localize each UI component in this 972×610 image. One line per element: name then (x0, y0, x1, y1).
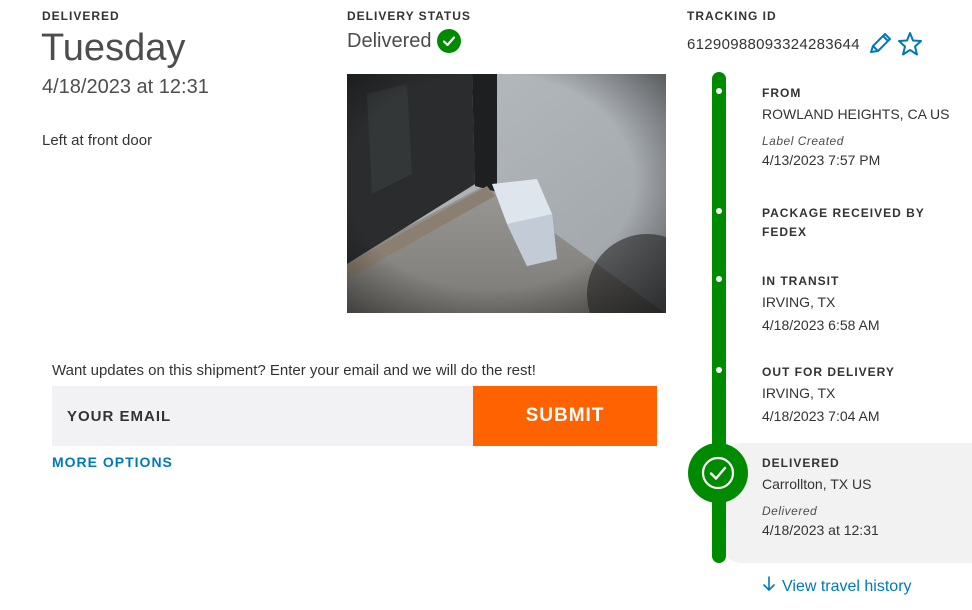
delivered-check-icon (688, 443, 748, 503)
step-title: FROM (762, 86, 802, 100)
step-time: 4/18/2023 at 12:31 (762, 522, 879, 538)
tracking-id-label: TRACKING ID (687, 9, 777, 23)
edit-pencil-icon[interactable] (866, 30, 894, 58)
delivery-note: Left at front door (42, 132, 153, 149)
step-location: IRVING, TX (762, 385, 836, 401)
step-title: PACKAGE RECEIVED BY FEDEX (762, 206, 925, 239)
step-title: IN TRANSIT (762, 274, 840, 288)
delivery-status-label: DELIVERY STATUS (347, 9, 471, 23)
delivery-status: Delivered (347, 29, 462, 53)
view-travel-history-label: View travel history (782, 577, 912, 595)
step-title: DELIVERED (762, 456, 840, 470)
timeline-step-delivered: DELIVERED Carrollton, TX US Delivered 4/… (762, 454, 962, 538)
step-subtitle: Label Created (762, 134, 844, 148)
tracking-id-row: 61290988093324283644 (687, 30, 924, 58)
step-location: IRVING, TX (762, 294, 836, 310)
proof-of-delivery-photo[interactable] (347, 74, 666, 313)
view-travel-history-link[interactable]: View travel history (762, 576, 912, 597)
star-icon[interactable] (896, 30, 924, 58)
timeline-step-out-for-delivery: OUT FOR DELIVERY IRVING, TX 4/18/2023 7:… (762, 363, 962, 424)
more-options-link[interactable]: MORE OPTIONS (52, 454, 173, 470)
timeline-step-from: FROM ROWLAND HEIGHTS, CA US Label Create… (762, 84, 962, 168)
step-location: ROWLAND HEIGHTS, CA US (762, 106, 950, 122)
delivery-day: Tuesday (41, 27, 186, 69)
step-time: 4/18/2023 6:58 AM (762, 317, 880, 333)
delivery-status-value: Delivered (347, 29, 432, 52)
timeline-dot (716, 88, 722, 94)
step-title: OUT FOR DELIVERY (762, 365, 895, 379)
check-circle-icon (437, 29, 462, 53)
arrow-down-icon (762, 576, 776, 597)
submit-button[interactable]: SUBMIT (473, 386, 657, 446)
timeline-dot (716, 208, 722, 214)
step-location: Carrollton, TX US (762, 476, 872, 492)
timeline-dot (716, 276, 722, 282)
step-time: 4/13/2023 7:57 PM (762, 152, 881, 168)
timeline-step-received: PACKAGE RECEIVED BY FEDEX (762, 204, 952, 242)
timeline-step-in-transit: IN TRANSIT IRVING, TX 4/18/2023 6:58 AM (762, 272, 962, 333)
step-subtitle: Delivered (762, 504, 818, 518)
delivery-datetime: 4/18/2023 at 12:31 (42, 76, 209, 98)
delivered-label: DELIVERED (42, 9, 120, 23)
tracking-id-value: 61290988093324283644 (687, 35, 860, 53)
email-input[interactable] (52, 386, 473, 446)
step-time: 4/18/2023 7:04 AM (762, 408, 880, 424)
email-updates-prompt: Want updates on this shipment? Enter you… (52, 362, 536, 379)
timeline-dot (716, 367, 722, 373)
